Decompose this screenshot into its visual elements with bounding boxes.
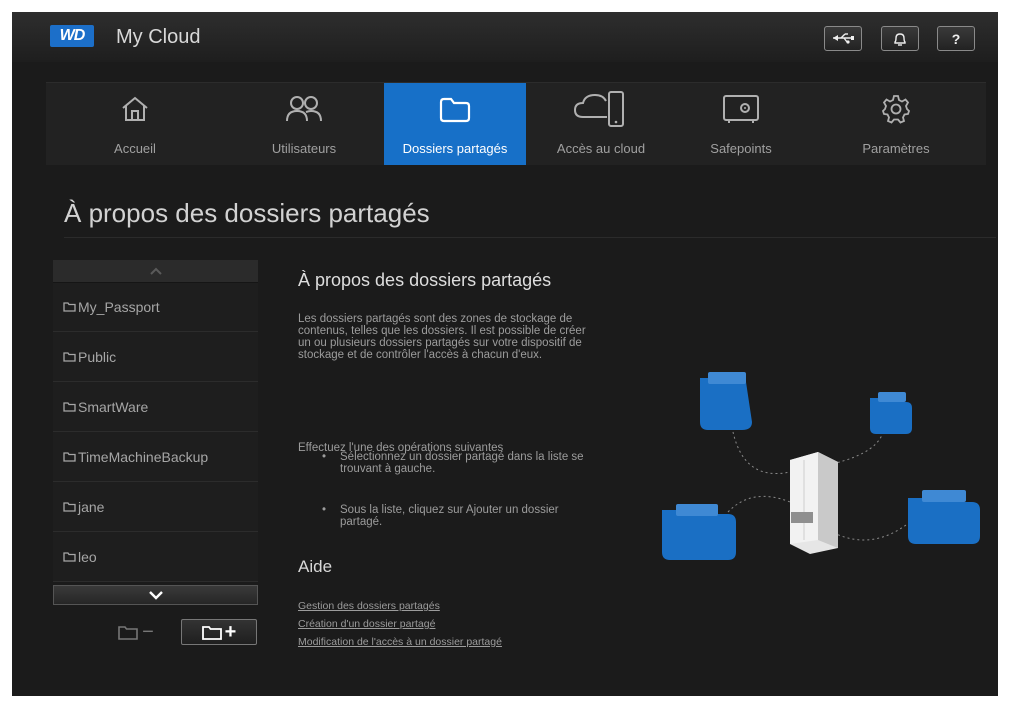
nav-item-safepoints[interactable]: Safepoints: [676, 83, 806, 165]
folder-item[interactable]: My_Passport: [53, 282, 258, 332]
bullet-item: • Sélectionnez un dossier partagé dans l…: [318, 451, 598, 475]
folder-icon: [63, 532, 76, 581]
folder-graphic: [870, 392, 912, 434]
folder-icon: [63, 332, 76, 381]
bullet-dot: •: [322, 451, 327, 463]
bullet-text: Sélectionnez un dossier partagé dans la …: [340, 451, 584, 475]
folder-graphic: [700, 372, 752, 430]
scroll-up-button[interactable]: [53, 260, 258, 283]
nav-item-parametres[interactable]: Paramètres: [806, 83, 986, 165]
usb-icon: [833, 33, 854, 44]
folder-item[interactable]: jane: [53, 482, 258, 532]
nav-label: Utilisateurs: [271, 141, 337, 156]
folder-item[interactable]: leo: [53, 532, 258, 582]
folder-name: SmartWare: [78, 399, 149, 415]
folder-name: jane: [78, 499, 105, 515]
bullet-item: • Sous la liste, cliquez sur Ajouter un …: [318, 504, 598, 528]
folder-item[interactable]: TimeMachineBackup: [53, 432, 258, 482]
folder-icon: [439, 97, 471, 123]
delete-label: −: [142, 620, 154, 643]
folder-icon: [201, 626, 222, 640]
home-icon: [122, 96, 148, 121]
title-divider: [64, 237, 996, 238]
folder-name: My_Passport: [78, 299, 160, 315]
help-title: Aide: [298, 557, 333, 576]
bell-icon: [894, 33, 906, 46]
nav-label: Paramètres: [862, 141, 930, 156]
app-frame: WD My Cloud ? Accueil Utilisateurs Dossi…: [12, 12, 998, 696]
nav-label: Accès au cloud: [556, 141, 646, 156]
page-title: À propos des dossiers partagés: [64, 198, 430, 228]
nav-item-dossiers-partages[interactable]: Dossiers partagés: [384, 83, 526, 165]
folder-item[interactable]: Public: [53, 332, 258, 382]
help-link[interactable]: Gestion des dossiers partagés: [298, 600, 440, 613]
usb-button[interactable]: [824, 26, 862, 51]
nav-label: Accueil: [114, 141, 156, 156]
wd-logo: WD: [50, 25, 94, 47]
folder-graphic: [662, 504, 736, 560]
nav-label: Safepoints: [710, 141, 772, 156]
add-label: +: [224, 620, 237, 643]
folder-icon: [63, 432, 76, 481]
cloud-device-icon: [573, 91, 624, 127]
scroll-down-button[interactable]: [53, 585, 258, 605]
folder-graphic: [908, 490, 980, 544]
folder-item[interactable]: SmartWare: [53, 382, 258, 432]
users-icon: [286, 96, 322, 122]
help-link[interactable]: Création d'un dossier partagé: [298, 618, 435, 631]
add-folder-button[interactable]: +: [181, 619, 257, 645]
nav-item-acces-au-cloud[interactable]: Accès au cloud: [526, 83, 676, 165]
content-title: À propos des dossiers partagés: [298, 270, 552, 290]
nav-item-utilisateurs[interactable]: Utilisateurs: [224, 83, 384, 165]
folder-name: Public: [78, 349, 117, 365]
folder-icon: [63, 382, 76, 431]
chevron-up-icon: [149, 267, 162, 275]
main-nav: Accueil Utilisateurs Dossiers partagés A…: [46, 82, 986, 165]
chevron-down-icon: [148, 591, 163, 600]
safe-icon: [723, 95, 759, 123]
folder-name: TimeMachineBackup: [78, 449, 209, 465]
top-bar: WD My Cloud ?: [12, 12, 998, 62]
folder-list: My_Passport Public SmartWare TimeMachine…: [53, 282, 258, 582]
nas-device: [790, 452, 838, 554]
folder-icon: [118, 626, 138, 640]
bullet-dot: •: [322, 504, 327, 516]
app-title: My Cloud: [116, 26, 201, 48]
content-paragraph: Les dossiers partagés sont des zones de …: [298, 313, 586, 361]
shared-folders-illustration: [662, 372, 980, 560]
nav-item-accueil[interactable]: Accueil: [46, 83, 224, 165]
help-link[interactable]: Modification de l'accès à un dossier par…: [298, 636, 502, 649]
delete-folder-button[interactable]: −: [112, 619, 160, 645]
notifications-button[interactable]: [881, 26, 919, 51]
nav-label: Dossiers partagés: [402, 141, 508, 156]
help-button[interactable]: ?: [937, 26, 975, 51]
folder-icon: [63, 482, 76, 531]
bullet-text: Sous la liste, cliquez sur Ajouter un do…: [340, 504, 559, 528]
gear-icon: [881, 95, 911, 124]
folder-icon: [63, 282, 76, 331]
folder-name: leo: [78, 549, 97, 565]
